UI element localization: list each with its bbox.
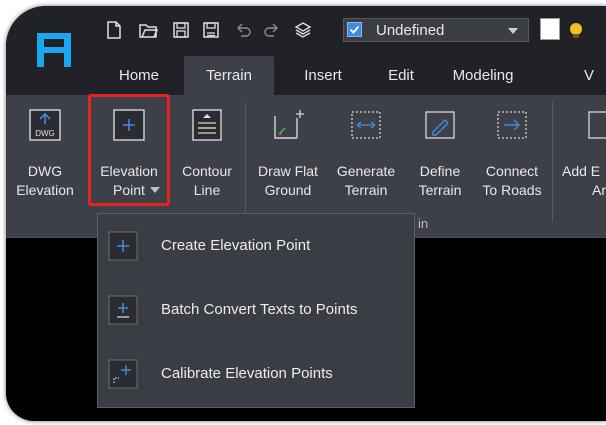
save-as-icon[interactable] bbox=[200, 20, 222, 40]
generate-terrain-button[interactable]: Generate Terrain bbox=[328, 102, 404, 207]
define-terrain-icon bbox=[425, 111, 455, 139]
define-terrain-label: Define Terrain bbox=[418, 163, 462, 198]
tab-edit[interactable]: Edit bbox=[373, 56, 429, 95]
batch-convert-icon bbox=[108, 295, 138, 325]
draw-flat-ground-icon bbox=[274, 110, 304, 139]
menu-item-calibrate-elevation-points[interactable]: Calibrate Elevation Points bbox=[98, 342, 414, 406]
undo-icon[interactable] bbox=[232, 20, 254, 40]
tab-view-partial[interactable]: V bbox=[584, 56, 606, 95]
screenshot-frame: Undefined Home Terrain Insert Edit Model… bbox=[0, 0, 606, 425]
menu-item-create-elevation-point[interactable]: Create Elevation Point bbox=[98, 214, 414, 278]
dwg-elevation-icon: DWG bbox=[29, 109, 61, 141]
panel-separator bbox=[552, 102, 553, 222]
menu-item-label: Calibrate Elevation Points bbox=[161, 365, 333, 382]
elevation-point-dropdown: Create Elevation Point Batch Convert Tex… bbox=[97, 213, 415, 408]
menu-item-label: Batch Convert Texts to Points bbox=[161, 301, 358, 318]
open-folder-icon[interactable] bbox=[137, 20, 159, 40]
style-combo-value: Undefined bbox=[376, 22, 445, 39]
define-terrain-button[interactable]: Define Terrain bbox=[406, 102, 474, 207]
add-elevation-area-label: Add E Ar bbox=[562, 163, 606, 198]
chevron-down-icon bbox=[508, 28, 518, 34]
app-logo-icon bbox=[24, 18, 86, 78]
tab-insert[interactable]: Insert bbox=[288, 56, 358, 95]
panel-separator bbox=[245, 102, 246, 222]
contour-line-label: Contour Line bbox=[182, 163, 232, 198]
highlight-box bbox=[88, 94, 170, 206]
generate-terrain-label: Generate Terrain bbox=[336, 163, 396, 198]
menu-item-batch-convert-texts[interactable]: Batch Convert Texts to Points bbox=[98, 278, 414, 342]
dwg-elevation-button[interactable]: DWG DWG Elevation bbox=[6, 102, 84, 207]
connect-to-roads-button[interactable]: Connect To Roads bbox=[474, 102, 550, 207]
panel-title-terrain: in bbox=[418, 216, 429, 231]
tab-modeling[interactable]: Modeling bbox=[438, 56, 528, 95]
layers-icon[interactable] bbox=[292, 20, 314, 40]
layer-state-icon[interactable] bbox=[566, 20, 586, 40]
plus-icon bbox=[108, 231, 138, 261]
redo-icon[interactable] bbox=[261, 20, 283, 40]
contour-line-button[interactable]: Contour Line bbox=[172, 102, 242, 207]
draw-flat-ground-button[interactable]: Draw Flat Ground bbox=[250, 102, 326, 207]
svg-text:DWG: DWG bbox=[35, 129, 55, 138]
contour-line-icon bbox=[192, 109, 222, 141]
connect-to-roads-icon bbox=[497, 111, 527, 139]
visibility-checkbox[interactable] bbox=[347, 22, 362, 37]
calibrate-icon bbox=[108, 359, 138, 389]
generate-terrain-icon bbox=[351, 111, 381, 139]
style-combo[interactable]: Undefined bbox=[343, 18, 529, 42]
save-icon[interactable] bbox=[170, 20, 192, 40]
app-window: Undefined Home Terrain Insert Edit Model… bbox=[6, 6, 606, 421]
checkmark-icon bbox=[349, 25, 360, 34]
add-area-icon bbox=[588, 111, 606, 139]
color-swatch[interactable] bbox=[540, 18, 560, 40]
tab-home[interactable]: Home bbox=[104, 56, 174, 95]
draw-flat-ground-label: Draw Flat Ground bbox=[258, 163, 318, 198]
add-elevation-area-button[interactable]: Add E Ar bbox=[558, 102, 606, 207]
menu-item-label: Create Elevation Point bbox=[161, 237, 311, 254]
title-bar: Undefined Home Terrain Insert Edit Model… bbox=[6, 6, 606, 95]
new-file-icon[interactable] bbox=[103, 20, 125, 40]
connect-to-roads-label: Connect To Roads bbox=[482, 163, 542, 198]
tab-terrain[interactable]: Terrain bbox=[184, 56, 274, 95]
dwg-elevation-label: DWG Elevation bbox=[16, 163, 74, 198]
